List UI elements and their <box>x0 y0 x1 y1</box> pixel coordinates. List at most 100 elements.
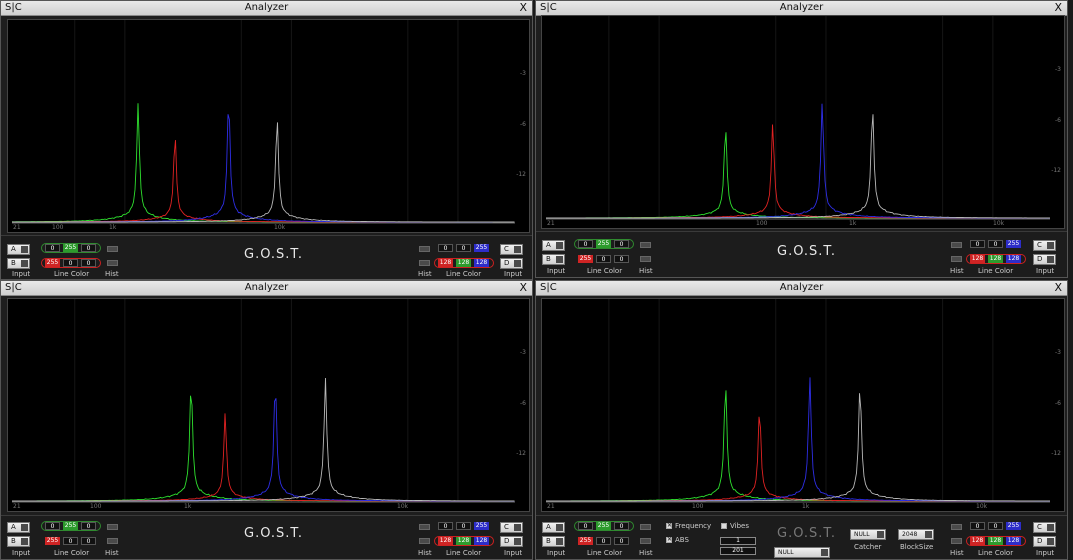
close-button[interactable]: X <box>519 281 527 295</box>
color-a-r-field[interactable]: 0 <box>578 240 593 248</box>
color-b-b-field[interactable]: 0 <box>614 537 629 545</box>
abs-checkbox[interactable]: ✕ <box>666 537 672 543</box>
title-bar[interactable]: S|C Analyzer X <box>1 281 532 296</box>
hist-a-toggle[interactable] <box>640 524 651 530</box>
color-b-r-field[interactable]: 255 <box>578 255 593 263</box>
input-d-button[interactable]: D <box>500 536 523 547</box>
color-a-g-field[interactable]: 255 <box>63 244 78 252</box>
color-b-b-field[interactable]: 0 <box>614 255 629 263</box>
color-b-g-field[interactable]: 0 <box>596 537 611 545</box>
color-b-g-field[interactable]: 0 <box>63 259 78 267</box>
null-selector[interactable]: NULL <box>774 547 830 558</box>
hist-d-toggle[interactable] <box>951 538 962 544</box>
close-button[interactable]: X <box>1054 1 1062 15</box>
close-button[interactable]: X <box>1054 281 1062 295</box>
input-a-button[interactable]: A <box>542 522 565 533</box>
input-d-button[interactable]: D <box>1033 254 1056 265</box>
color-c-r-field[interactable]: 0 <box>970 522 985 530</box>
close-button[interactable]: X <box>519 1 527 15</box>
input-a-button[interactable]: A <box>7 244 30 255</box>
range-start-field[interactable]: 1 <box>720 537 756 545</box>
color-c-r-field[interactable]: 0 <box>970 240 985 248</box>
color-d-b-field[interactable]: 128 <box>1006 537 1021 545</box>
color-b-b-field[interactable]: 0 <box>81 537 96 545</box>
input-b-button[interactable]: B <box>7 258 30 269</box>
hist-d-toggle[interactable] <box>419 260 430 266</box>
title-bar[interactable]: S|C Analyzer X <box>1 1 532 16</box>
color-b-g-field[interactable]: 0 <box>63 537 78 545</box>
input-b-button[interactable]: B <box>7 536 30 547</box>
color-d-b-field[interactable]: 128 <box>474 259 489 267</box>
input-d-button[interactable]: D <box>500 258 523 269</box>
color-c-b-field[interactable]: 255 <box>1006 240 1021 248</box>
hist-a-toggle[interactable] <box>107 246 118 252</box>
hist-b-toggle[interactable] <box>107 538 118 544</box>
hist-c-toggle[interactable] <box>419 246 430 252</box>
input-a-button[interactable]: A <box>542 240 565 251</box>
vibes-checkbox[interactable] <box>721 523 727 529</box>
color-c-g-field[interactable]: 0 <box>456 522 471 530</box>
color-a-r-field[interactable]: 0 <box>45 522 60 530</box>
db-label: -6 <box>1055 400 1061 407</box>
color-a-g-field[interactable]: 255 <box>596 240 611 248</box>
hist-d-toggle[interactable] <box>419 538 430 544</box>
color-d-g-field[interactable]: 128 <box>988 537 1003 545</box>
color-a-g-field[interactable]: 255 <box>596 522 611 530</box>
hist-b-toggle[interactable] <box>107 260 118 266</box>
color-c-r-field[interactable]: 0 <box>438 244 453 252</box>
color-a-b-field[interactable]: 0 <box>81 244 96 252</box>
color-a-g-field[interactable]: 255 <box>63 522 78 530</box>
color-a-r-field[interactable]: 0 <box>45 244 60 252</box>
title-bar[interactable]: S|C Analyzer X <box>536 1 1067 16</box>
input-c-button[interactable]: C <box>1033 240 1056 251</box>
color-d-r-field[interactable]: 128 <box>970 537 985 545</box>
hist-d-toggle[interactable] <box>951 256 962 262</box>
color-d-b-field[interactable]: 128 <box>1006 255 1021 263</box>
color-d-r-field[interactable]: 128 <box>438 259 453 267</box>
color-b-b-field[interactable]: 0 <box>81 259 96 267</box>
color-c-g-field[interactable]: 0 <box>988 240 1003 248</box>
color-a-r-field[interactable]: 0 <box>578 522 593 530</box>
color-c-b-field[interactable]: 255 <box>474 522 489 530</box>
catcher-selector[interactable]: NULL <box>850 529 886 540</box>
hist-b-toggle[interactable] <box>640 538 651 544</box>
color-a-b-field[interactable]: 0 <box>614 240 629 248</box>
input-c-button[interactable]: C <box>1033 522 1056 533</box>
color-c-b-field[interactable]: 255 <box>1006 522 1021 530</box>
color-d-g-field[interactable]: 128 <box>456 259 471 267</box>
color-d-g-field[interactable]: 128 <box>456 537 471 545</box>
color-c-g-field[interactable]: 0 <box>456 244 471 252</box>
hist-c-toggle[interactable] <box>419 524 430 530</box>
color-c-b-field[interactable]: 255 <box>474 244 489 252</box>
blocksize-selector[interactable]: 2048 <box>898 529 934 540</box>
color-d-b-field[interactable]: 128 <box>474 537 489 545</box>
input-c-button[interactable]: C <box>500 244 523 255</box>
hist-a-toggle[interactable] <box>640 242 651 248</box>
title-bar[interactable]: S|C Analyzer X <box>536 281 1067 296</box>
spectrum-svg <box>546 299 1050 503</box>
color-b-r-field[interactable]: 255 <box>45 259 60 267</box>
color-a-b-field[interactable]: 0 <box>614 522 629 530</box>
input-b-button[interactable]: B <box>542 254 565 265</box>
frequency-checkbox[interactable]: ✕ <box>666 523 672 529</box>
color-b-g-field[interactable]: 0 <box>596 255 611 263</box>
color-d-r-field[interactable]: 128 <box>438 537 453 545</box>
color-b-r-field[interactable]: 255 <box>578 537 593 545</box>
hist-a-toggle[interactable] <box>107 524 118 530</box>
color-c-r-field[interactable]: 0 <box>438 522 453 530</box>
hist-b-toggle[interactable] <box>640 256 651 262</box>
input-b-button[interactable]: B <box>542 536 565 547</box>
hist-c-toggle[interactable] <box>951 242 962 248</box>
color-d-r-field[interactable]: 128 <box>970 255 985 263</box>
hist-c-toggle[interactable] <box>951 524 962 530</box>
input-c-button[interactable]: C <box>500 522 523 533</box>
input-label: Input <box>504 270 523 278</box>
color-d-g-field[interactable]: 128 <box>988 255 1003 263</box>
hist-label: Hist <box>950 267 964 275</box>
color-a-b-field[interactable]: 0 <box>81 522 96 530</box>
color-b-r-field[interactable]: 255 <box>45 537 60 545</box>
color-c-g-field[interactable]: 0 <box>988 522 1003 530</box>
range-end-field[interactable]: 201 <box>720 547 756 555</box>
input-d-button[interactable]: D <box>1033 536 1056 547</box>
input-a-button[interactable]: A <box>7 522 30 533</box>
